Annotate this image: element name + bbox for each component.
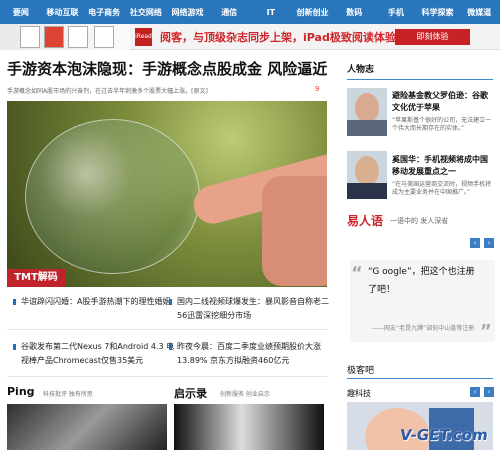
nav-item[interactable]: 电子商务 xyxy=(83,7,125,18)
nav-item[interactable]: 网络游戏 xyxy=(167,7,209,18)
news-divider xyxy=(7,376,327,377)
news-link[interactable]: 昨夜今晨：百度二季度业绩预期股价大涨13.89% 京东方拟融资460亿元 xyxy=(169,340,337,368)
person-description: “苹果斯基个很好的公司，无法建立一个伟大而长期存在的实体。” xyxy=(392,117,492,132)
nav-item[interactable]: 要闻 xyxy=(0,7,42,18)
next-arrow-icon[interactable]: › xyxy=(484,238,494,248)
top-navigation: 要闻 移动互联 电子商务 社交网络 网络游戏 通信 IT 创新创业 数码 手机 … xyxy=(0,0,500,24)
quote-text: “G oogle”，把这个也注册了吧！ xyxy=(368,267,475,295)
nav-item[interactable]: IT xyxy=(250,8,292,17)
blogs-title[interactable]: 极客吧 xyxy=(347,363,374,376)
tmt-badge: TMT解码 xyxy=(7,269,65,287)
enlightenment-subtitle: 创新服务 创业启示 xyxy=(220,391,270,398)
brand-logo: iRead xyxy=(135,28,152,46)
next-arrow-icon[interactable]: › xyxy=(484,387,494,397)
enlightenment-title[interactable]: 启示录 xyxy=(174,385,207,401)
news-link[interactable]: 国内二线视频球爆发生：暴风影音自称老二 56迅雷深挖细分市场 xyxy=(169,295,337,323)
magazine-cover xyxy=(20,26,40,48)
magazine-cover xyxy=(44,26,64,48)
previous-arrow-icon[interactable]: ‹ xyxy=(470,387,480,397)
news-link[interactable]: 谷歌发布第二代Nexus 7和Android 4.3 电视棒产品Chromeca… xyxy=(13,340,181,368)
lumen-title[interactable]: 易人语 xyxy=(347,212,383,229)
ping-title[interactable]: Ping xyxy=(7,385,35,398)
article-summary: 手游概念如同A股市场的兴奋剂，在过去半年刺激多个股票大幅上涨。[原文] xyxy=(7,88,208,95)
person-headline[interactable]: 奚国华：手机视频将成中国移动发展重点之一 xyxy=(392,154,495,178)
nav-item[interactable]: 创新创业 xyxy=(292,7,334,18)
nav-item[interactable]: 移动互联 xyxy=(42,7,84,18)
hero-image[interactable]: TMT解码 xyxy=(7,101,327,287)
person-description: “在与美国运营商交流时，视频手机将成为主要业务并在中国推广。” xyxy=(392,181,492,196)
promo-banner[interactable]: iRead 阅客，与顶级杂志同步上架，iPad极致阅读体验 即刻体验 xyxy=(0,24,500,50)
bubble-image xyxy=(25,119,200,274)
quote-open-icon: “ xyxy=(351,263,363,284)
people-title[interactable]: 人物志 xyxy=(347,62,374,75)
hand-image xyxy=(262,176,327,286)
nav-item[interactable]: 数码 xyxy=(333,7,375,18)
person-headline[interactable]: 避险基金教父罗伯逊：谷歌文化优于苹果 xyxy=(392,90,495,114)
person-photo[interactable] xyxy=(347,88,387,136)
person-photo[interactable] xyxy=(347,151,387,199)
magazine-preview xyxy=(0,24,130,50)
enlightenment-image[interactable] xyxy=(174,404,324,450)
people-divider xyxy=(347,79,493,80)
nav-item[interactable]: 社交网络 xyxy=(125,7,167,18)
banner-slogan: 阅客，与顶级杂志同步上架，iPad极致阅读体验 xyxy=(160,31,396,44)
blogs-divider xyxy=(347,378,493,379)
previous-arrow-icon[interactable]: ‹ xyxy=(470,238,480,248)
news-divider xyxy=(7,329,327,330)
headline[interactable]: 手游资本泡沫隐现：手游概念点股成金 风险逼近 xyxy=(7,58,337,79)
magazine-cover xyxy=(68,26,88,48)
site-watermark: V-GET.com xyxy=(398,426,490,444)
news-link[interactable]: 华谊辟闪闪婚：A股手游热潮下的理性婚姻 xyxy=(13,295,181,309)
nav-item[interactable]: 微媒道 xyxy=(458,7,500,18)
comment-count[interactable]: 9 xyxy=(315,85,319,93)
lumen-subtitle: 一语中的 发人深省 xyxy=(390,217,449,225)
magazine-cover xyxy=(94,26,114,48)
quote-source: ——网友“老是九膊”调侃中山盖等注册 xyxy=(372,325,475,332)
blog-source[interactable]: 趣科技 xyxy=(347,388,371,399)
nav-item[interactable]: 手机 xyxy=(375,7,417,18)
ping-subtitle: 科技批评 独有所思 xyxy=(43,391,93,398)
nav-item[interactable]: 通信 xyxy=(208,7,250,18)
nav-item[interactable]: 科学探索 xyxy=(417,7,459,18)
ping-image[interactable] xyxy=(7,404,167,450)
try-now-button[interactable]: 即刻体验 xyxy=(395,29,470,45)
